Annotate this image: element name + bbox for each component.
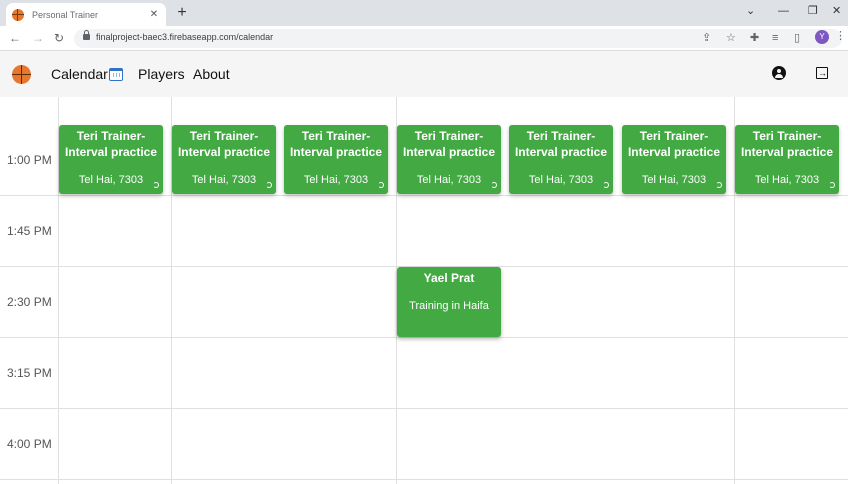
forward-icon[interactable]: →	[32, 30, 44, 46]
event-location: Tel Hai, 7303	[754, 174, 820, 186]
calendar-event[interactable]: Teri Trainer-Interval practice Tel Hai, …	[397, 125, 501, 194]
browser-toolbar: ← → ↻ finalproject-baec3.firebaseapp.com…	[0, 26, 848, 51]
calendar-event[interactable]: Teri Trainer-Interval practice Tel Hai, …	[59, 125, 163, 194]
repeat-icon	[378, 182, 384, 188]
logout-icon[interactable]: →	[816, 67, 828, 79]
repeat-icon	[266, 182, 272, 188]
grid-line	[0, 408, 848, 409]
new-tab-button[interactable]: +	[174, 4, 190, 22]
time-slot-label: 2:30 PM	[7, 295, 52, 309]
browser-tab-strip: Personal Trainer ✕ + ⌄ — ❐ ✕	[0, 0, 848, 26]
account-circle-icon[interactable]	[772, 66, 786, 80]
repeat-icon	[153, 182, 159, 188]
calendar-event[interactable]: Teri Trainer-Interval practice Tel Hai, …	[509, 125, 613, 194]
extensions-icon[interactable]: ✚	[750, 31, 759, 45]
basketball-logo-icon[interactable]	[12, 65, 31, 84]
event-location: Training in Haifa	[409, 300, 489, 312]
repeat-icon	[603, 182, 609, 188]
grid-line	[0, 337, 848, 338]
event-title: Teri Trainer-Interval practice	[177, 129, 271, 159]
reload-icon[interactable]: ↻	[54, 30, 64, 46]
repeat-icon	[716, 182, 722, 188]
browser-menu-icon[interactable]: ⋮	[835, 29, 846, 42]
event-title: Teri Trainer-Interval practice	[64, 129, 158, 159]
lock-icon[interactable]	[83, 30, 90, 40]
share-icon[interactable]: ⇪	[702, 31, 711, 45]
grid-line	[0, 195, 848, 196]
event-location: Tel Hai, 7303	[303, 174, 369, 186]
calendar-event[interactable]: Teri Trainer-Interval practice Tel Hai, …	[284, 125, 388, 194]
week-calendar: 1:00 PM 1:45 PM 2:30 PM 3:15 PM 4:00 PM …	[0, 97, 848, 484]
logout-arrow: →	[818, 68, 827, 78]
calendar-event[interactable]: Teri Trainer-Interval practice Tel Hai, …	[622, 125, 726, 194]
time-slot-label: 4:00 PM	[7, 437, 52, 451]
minimize-icon[interactable]: —	[778, 4, 789, 18]
tab-close-icon[interactable]: ✕	[148, 9, 160, 20]
tab-search-icon[interactable]: ⌄	[746, 4, 755, 18]
window-close-icon[interactable]: ✕	[832, 4, 841, 18]
nav-calendar-link[interactable]: Calendar	[51, 66, 108, 82]
calendar-icon[interactable]	[109, 68, 123, 81]
app-bar: Calendar Players About →	[0, 51, 848, 97]
event-title: Yael Prat	[423, 271, 475, 285]
address-bar[interactable]: finalproject-baec3.firebaseapp.com/calen…	[74, 29, 842, 48]
reading-list-icon[interactable]: ≡	[772, 31, 778, 45]
event-location: Tel Hai, 7303	[528, 174, 594, 186]
back-icon[interactable]: ←	[9, 30, 21, 46]
side-panel-icon[interactable]: ▯	[794, 31, 800, 45]
event-location: Tel Hai, 7303	[416, 174, 482, 186]
repeat-icon	[491, 182, 497, 188]
basketball-favicon-icon	[12, 8, 24, 21]
nav-about-link[interactable]: About	[193, 66, 230, 82]
calendar-event[interactable]: Teri Trainer-Interval practice Tel Hai, …	[735, 125, 839, 194]
time-slot-label: 1:00 PM	[7, 153, 52, 167]
event-location: Tel Hai, 7303	[641, 174, 707, 186]
browser-tab[interactable]: Personal Trainer ✕	[6, 3, 166, 26]
event-title: Teri Trainer-Interval practice	[627, 129, 721, 159]
event-location: Tel Hai, 7303	[191, 174, 257, 186]
time-slot-label: 3:15 PM	[7, 366, 52, 380]
profile-avatar[interactable]: Y	[815, 30, 829, 44]
nav-players-link[interactable]: Players	[138, 66, 185, 82]
time-slot-label: 1:45 PM	[7, 224, 52, 238]
calendar-event[interactable]: Yael Prat Training in Haifa	[397, 267, 501, 337]
bookmark-star-icon[interactable]: ☆	[726, 31, 736, 45]
event-title: Teri Trainer-Interval practice	[514, 129, 608, 159]
restore-icon[interactable]: ❐	[808, 4, 818, 18]
grid-line	[0, 479, 848, 480]
repeat-icon	[829, 182, 835, 188]
event-title: Teri Trainer-Interval practice	[402, 129, 496, 159]
event-location: Tel Hai, 7303	[78, 174, 144, 186]
calendar-event[interactable]: Teri Trainer-Interval practice Tel Hai, …	[172, 125, 276, 194]
event-title: Teri Trainer-Interval practice	[289, 129, 383, 159]
event-title: Teri Trainer-Interval practice	[740, 129, 834, 159]
url-text[interactable]: finalproject-baec3.firebaseapp.com/calen…	[96, 32, 273, 42]
tab-title: Personal Trainer	[32, 9, 99, 20]
